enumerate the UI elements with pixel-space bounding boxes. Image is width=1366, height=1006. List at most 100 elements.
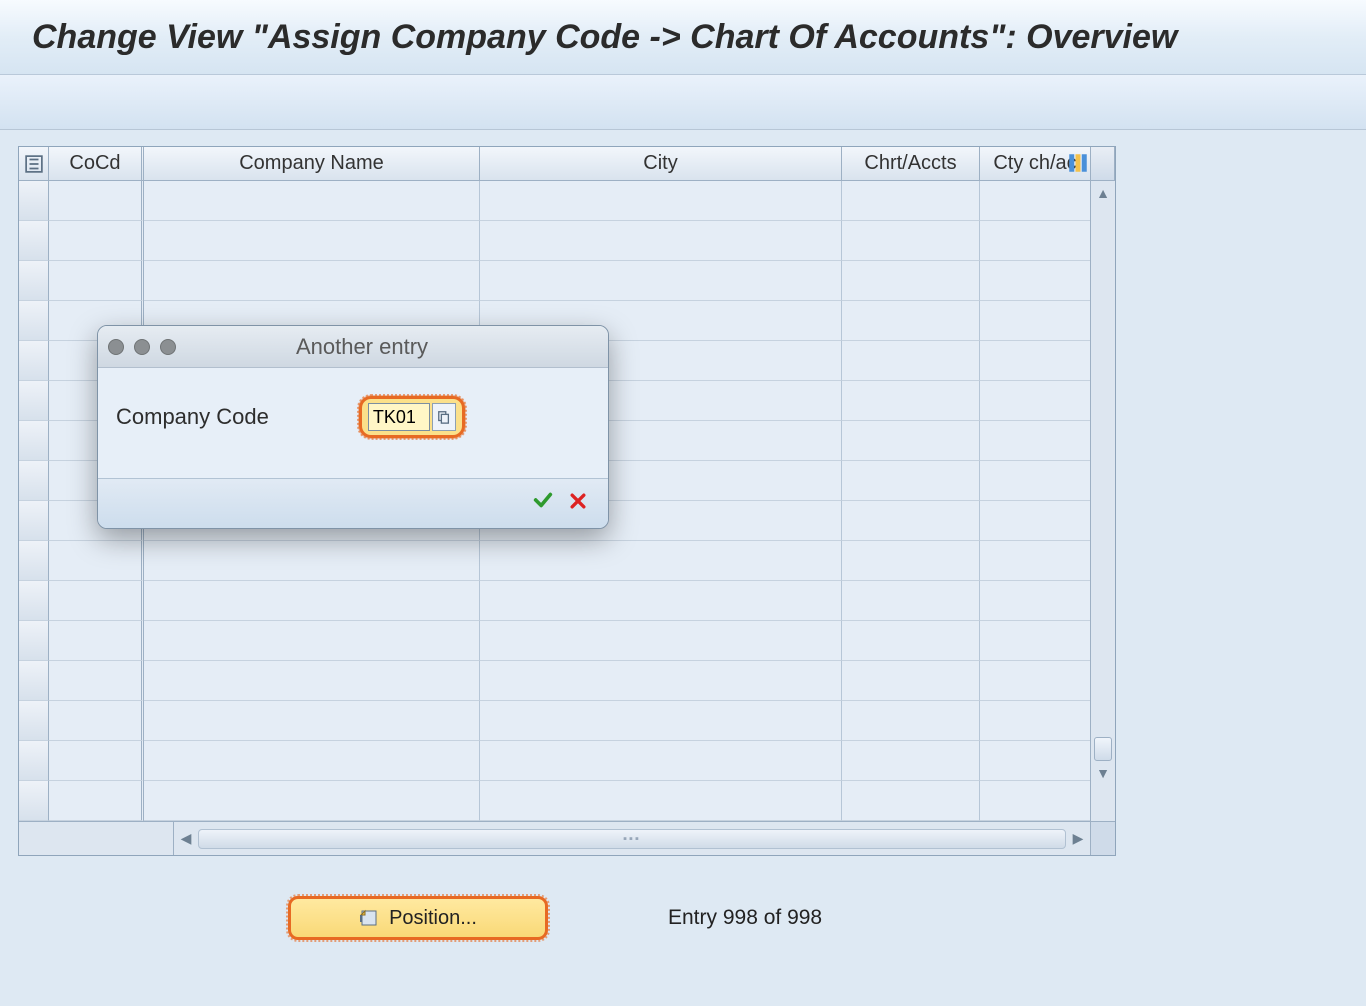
cell-city[interactable]	[480, 541, 842, 581]
row-selector[interactable]	[19, 581, 49, 621]
scroll-down-icon[interactable]: ▼	[1095, 765, 1111, 781]
cell-company-name[interactable]	[144, 221, 480, 261]
cell-cty-chac[interactable]	[980, 701, 1090, 741]
cell-company-name[interactable]	[144, 661, 480, 701]
row-selector[interactable]	[19, 421, 49, 461]
cell-chrt-accts[interactable]	[842, 741, 980, 781]
table-row[interactable]	[19, 261, 1090, 301]
cell-company-name[interactable]	[144, 781, 480, 821]
cell-chrt-accts[interactable]	[842, 381, 980, 421]
row-selector[interactable]	[19, 661, 49, 701]
cell-cty-chac[interactable]	[980, 781, 1090, 821]
row-selector[interactable]	[19, 261, 49, 301]
table-row[interactable]	[19, 741, 1090, 781]
cell-chrt-accts[interactable]	[842, 661, 980, 701]
cell-city[interactable]	[480, 221, 842, 261]
row-selector[interactable]	[19, 621, 49, 661]
table-row[interactable]	[19, 221, 1090, 261]
cell-company-name[interactable]	[144, 581, 480, 621]
cell-cocd[interactable]	[49, 181, 144, 221]
column-header-cty-chac[interactable]: Cty ch/ac	[980, 147, 1090, 180]
row-selector[interactable]	[19, 781, 49, 821]
table-row[interactable]	[19, 661, 1090, 701]
cell-chrt-accts[interactable]	[842, 781, 980, 821]
cell-chrt-accts[interactable]	[842, 421, 980, 461]
table-row[interactable]	[19, 541, 1090, 581]
cell-city[interactable]	[480, 661, 842, 701]
row-selector[interactable]	[19, 541, 49, 581]
cell-chrt-accts[interactable]	[842, 221, 980, 261]
table-row[interactable]	[19, 781, 1090, 821]
table-row[interactable]	[19, 181, 1090, 221]
cell-city[interactable]	[480, 741, 842, 781]
cell-cocd[interactable]	[49, 701, 144, 741]
row-selector[interactable]	[19, 301, 49, 341]
zoom-dot-icon[interactable]	[160, 339, 176, 355]
cell-cocd[interactable]	[49, 621, 144, 661]
cell-city[interactable]	[480, 701, 842, 741]
cell-cty-chac[interactable]	[980, 461, 1090, 501]
cell-chrt-accts[interactable]	[842, 701, 980, 741]
row-selector[interactable]	[19, 501, 49, 541]
cell-city[interactable]	[480, 621, 842, 661]
scroll-up-icon[interactable]: ▲	[1095, 185, 1111, 201]
cell-cty-chac[interactable]	[980, 341, 1090, 381]
cell-chrt-accts[interactable]	[842, 301, 980, 341]
row-selector[interactable]	[19, 381, 49, 421]
cell-cocd[interactable]	[49, 781, 144, 821]
cell-cocd[interactable]	[49, 221, 144, 261]
column-header-company-name[interactable]: Company Name	[144, 147, 480, 180]
vertical-scrollbar[interactable]: ▲ ▼	[1090, 181, 1115, 821]
scroll-right-icon[interactable]: ▶	[1066, 830, 1090, 847]
scroll-left-icon[interactable]: ◀	[174, 830, 198, 847]
table-row[interactable]	[19, 621, 1090, 661]
cell-city[interactable]	[480, 781, 842, 821]
cell-cty-chac[interactable]	[980, 421, 1090, 461]
table-row[interactable]	[19, 701, 1090, 741]
cell-city[interactable]	[480, 261, 842, 301]
cell-cocd[interactable]	[49, 661, 144, 701]
cell-city[interactable]	[480, 581, 842, 621]
dialog-title-bar[interactable]: Another entry	[98, 326, 608, 368]
cell-cocd[interactable]	[49, 261, 144, 301]
vertical-scrollbar-thumb[interactable]	[1094, 737, 1112, 761]
cell-cty-chac[interactable]	[980, 181, 1090, 221]
cell-cocd[interactable]	[49, 541, 144, 581]
column-header-chrt-accts[interactable]: Chrt/Accts	[842, 147, 980, 180]
column-header-city[interactable]: City	[480, 147, 842, 180]
cell-cty-chac[interactable]	[980, 261, 1090, 301]
cell-cocd[interactable]	[49, 741, 144, 781]
cell-company-name[interactable]	[144, 261, 480, 301]
row-selector[interactable]	[19, 341, 49, 381]
cell-cty-chac[interactable]	[980, 621, 1090, 661]
cell-company-name[interactable]	[144, 541, 480, 581]
cell-cty-chac[interactable]	[980, 221, 1090, 261]
cell-cty-chac[interactable]	[980, 541, 1090, 581]
cell-chrt-accts[interactable]	[842, 501, 980, 541]
search-help-button[interactable]	[432, 403, 456, 431]
cell-cty-chac[interactable]	[980, 381, 1090, 421]
cell-cty-chac[interactable]	[980, 501, 1090, 541]
close-dot-icon[interactable]	[108, 339, 124, 355]
row-selector[interactable]	[19, 461, 49, 501]
cell-cty-chac[interactable]	[980, 301, 1090, 341]
cell-chrt-accts[interactable]	[842, 341, 980, 381]
row-selector[interactable]	[19, 741, 49, 781]
cell-company-name[interactable]	[144, 701, 480, 741]
table-row[interactable]	[19, 581, 1090, 621]
cancel-button[interactable]	[568, 491, 588, 517]
cell-company-name[interactable]	[144, 181, 480, 221]
row-selector[interactable]	[19, 221, 49, 261]
cell-cocd[interactable]	[49, 581, 144, 621]
cell-chrt-accts[interactable]	[842, 541, 980, 581]
cell-chrt-accts[interactable]	[842, 621, 980, 661]
cell-cty-chac[interactable]	[980, 581, 1090, 621]
row-selector[interactable]	[19, 181, 49, 221]
position-button[interactable]: Position...	[288, 896, 548, 940]
horizontal-scrollbar-track[interactable]: ▪▪▪	[198, 829, 1066, 849]
column-header-cocd[interactable]: CoCd	[49, 147, 144, 180]
minimize-dot-icon[interactable]	[134, 339, 150, 355]
cell-cty-chac[interactable]	[980, 661, 1090, 701]
confirm-button[interactable]	[532, 489, 554, 518]
table-settings-icon[interactable]	[1068, 153, 1088, 173]
